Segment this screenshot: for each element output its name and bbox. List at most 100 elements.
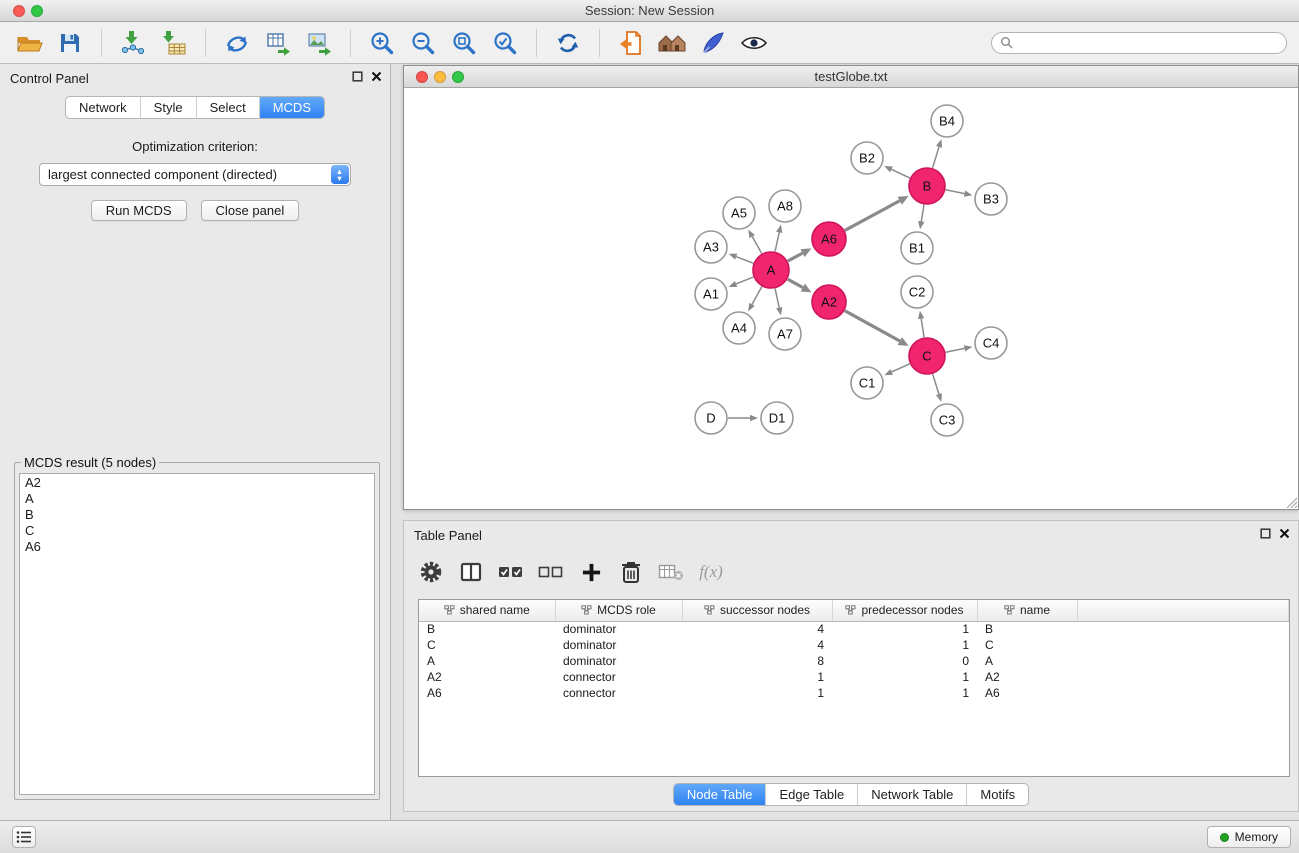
table-cell[interactable]: 4 xyxy=(682,637,832,653)
edge-B-B3[interactable] xyxy=(946,190,965,194)
mcds-result-item[interactable]: C xyxy=(25,523,369,539)
resize-grip-icon[interactable] xyxy=(1284,495,1297,508)
export-image-button[interactable] xyxy=(302,26,336,60)
node-table-container[interactable]: shared nameMCDS rolesuccessor nodesprede… xyxy=(418,599,1290,777)
tab-style[interactable]: Style xyxy=(140,97,196,118)
node-A[interactable]: A xyxy=(753,252,789,288)
table-cell[interactable]: B xyxy=(977,621,1077,637)
style-brush-button[interactable] xyxy=(696,26,730,60)
close-window-button[interactable] xyxy=(13,5,25,17)
show-panels-button[interactable] xyxy=(12,826,36,848)
float-panel-icon[interactable] xyxy=(352,71,363,82)
table-cell[interactable]: dominator xyxy=(555,653,682,669)
table-cell[interactable]: A6 xyxy=(977,685,1077,701)
add-column-button[interactable] xyxy=(578,558,604,586)
import-table-button[interactable] xyxy=(157,26,191,60)
table-row[interactable]: A2connector11A2 xyxy=(419,669,1289,685)
mcds-result-item[interactable]: A2 xyxy=(25,475,369,491)
node-C[interactable]: C xyxy=(909,338,945,374)
zoom-window-button[interactable] xyxy=(31,5,43,17)
edge-A6-B[interactable] xyxy=(845,201,900,231)
float-panel-icon[interactable] xyxy=(1260,528,1271,539)
network-zoom-button[interactable] xyxy=(452,71,464,83)
node-D1[interactable]: D1 xyxy=(761,402,793,434)
select-all-columns-button[interactable] xyxy=(498,558,524,586)
column-header[interactable]: successor nodes xyxy=(682,600,832,621)
column-header[interactable]: MCDS role xyxy=(555,600,682,621)
export-table-button[interactable] xyxy=(261,26,295,60)
first-neighbors-button[interactable] xyxy=(614,26,648,60)
table-cell[interactable]: A xyxy=(977,653,1077,669)
node-A5[interactable]: A5 xyxy=(723,197,755,229)
table-cell[interactable]: connector xyxy=(555,685,682,701)
table-row[interactable]: Adominator80A xyxy=(419,653,1289,669)
edge-A2-C[interactable] xyxy=(845,311,900,341)
function-builder-button[interactable]: f(x) xyxy=(698,558,724,586)
table-row[interactable]: A6connector11A6 xyxy=(419,685,1289,701)
node-C1[interactable]: C1 xyxy=(851,367,883,399)
refresh-view-button[interactable] xyxy=(551,26,585,60)
node-A4[interactable]: A4 xyxy=(723,312,755,344)
node-A3[interactable]: A3 xyxy=(695,231,727,263)
network-canvas[interactable]: AA1A2A3A4A5A6A7A8BB1B2B3B4CC1C2C3C4DD1 xyxy=(404,88,1298,509)
close-panel-button[interactable]: Close panel xyxy=(201,200,300,221)
edge-A-A1[interactable] xyxy=(736,277,753,284)
node-C3[interactable]: C3 xyxy=(931,404,963,436)
edge-A-A6[interactable] xyxy=(788,253,803,261)
deselect-all-columns-button[interactable] xyxy=(538,558,564,586)
edge-B-B4[interactable] xyxy=(933,147,939,168)
zoom-out-button[interactable] xyxy=(406,26,440,60)
table-cell[interactable]: connector xyxy=(555,669,682,685)
table-cell[interactable]: C xyxy=(977,637,1077,653)
table-cell[interactable]: 1 xyxy=(832,637,977,653)
table-cell[interactable]: C xyxy=(419,637,555,653)
mcds-result-list[interactable]: A2ABCA6 xyxy=(19,473,375,795)
table-cell[interactable]: A2 xyxy=(977,669,1077,685)
mcds-result-item[interactable]: A6 xyxy=(25,539,369,555)
node-C4[interactable]: C4 xyxy=(975,327,1007,359)
table-cell[interactable]: dominator xyxy=(555,637,682,653)
table-cell[interactable]: A6 xyxy=(419,685,555,701)
node-A8[interactable]: A8 xyxy=(769,190,801,222)
node-C2[interactable]: C2 xyxy=(901,276,933,308)
import-network-button[interactable] xyxy=(116,26,150,60)
delete-table-button[interactable] xyxy=(658,558,684,586)
run-mcds-button[interactable]: Run MCDS xyxy=(91,200,187,221)
node-D[interactable]: D xyxy=(695,402,727,434)
network-window-titlebar[interactable]: testGlobe.txt xyxy=(404,66,1298,88)
clone-network-button[interactable] xyxy=(220,26,254,60)
edge-C-C3[interactable] xyxy=(933,374,939,394)
edge-C-C4[interactable] xyxy=(946,348,965,352)
network-graph-svg[interactable]: AA1A2A3A4A5A6A7A8BB1B2B3B4CC1C2C3C4DD1 xyxy=(404,88,1298,509)
edge-B-B1[interactable] xyxy=(921,205,924,222)
edge-A-A5[interactable] xyxy=(752,237,761,254)
column-header[interactable]: name xyxy=(977,600,1077,621)
node-B[interactable]: B xyxy=(909,168,945,204)
network-close-button[interactable] xyxy=(416,71,428,83)
save-session-button[interactable] xyxy=(53,26,87,60)
homes-button[interactable] xyxy=(655,26,689,60)
node-A7[interactable]: A7 xyxy=(769,318,801,350)
node-A2[interactable]: A2 xyxy=(812,285,846,319)
tab-mcds[interactable]: MCDS xyxy=(259,97,324,118)
node-B1[interactable]: B1 xyxy=(901,232,933,264)
mcds-result-item[interactable]: A xyxy=(25,491,369,507)
close-panel-icon[interactable] xyxy=(1279,528,1290,539)
show-hide-button[interactable] xyxy=(737,26,771,60)
edge-A-A2[interactable] xyxy=(788,279,803,287)
edge-B-B2[interactable] xyxy=(891,169,909,178)
tab-edge-table[interactable]: Edge Table xyxy=(765,784,857,805)
node-B4[interactable]: B4 xyxy=(931,105,963,137)
node-B3[interactable]: B3 xyxy=(975,183,1007,215)
table-cell[interactable]: 1 xyxy=(832,669,977,685)
mcds-result-item[interactable]: B xyxy=(25,507,369,523)
table-cell[interactable]: 8 xyxy=(682,653,832,669)
criterion-select[interactable]: largest connected component (directed) ▲… xyxy=(39,163,351,186)
tab-motifs[interactable]: Motifs xyxy=(966,784,1028,805)
table-cell[interactable]: B xyxy=(419,621,555,637)
edge-C-C2[interactable] xyxy=(921,319,924,338)
zoom-fit-button[interactable] xyxy=(447,26,481,60)
table-cell[interactable]: 4 xyxy=(682,621,832,637)
node-B2[interactable]: B2 xyxy=(851,142,883,174)
node-A6[interactable]: A6 xyxy=(812,222,846,256)
